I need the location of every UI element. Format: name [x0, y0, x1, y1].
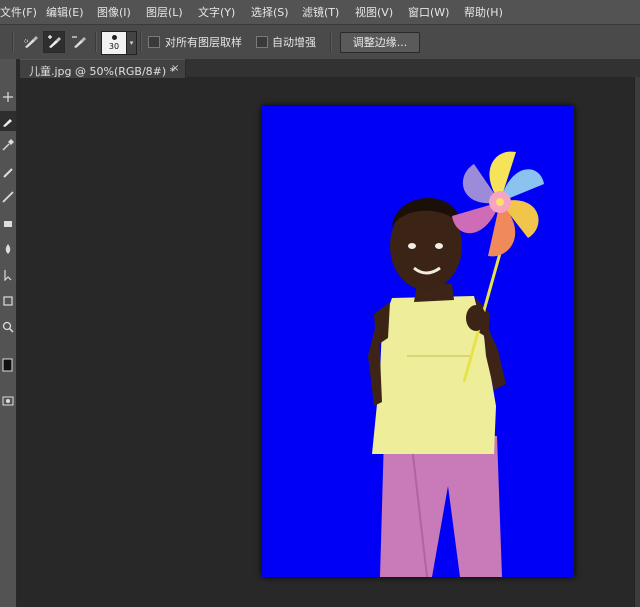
options-separator	[95, 32, 97, 52]
options-separator	[12, 32, 14, 52]
menu-bar: 文件(F) 编辑(E) 图像(I) 图层(L) 文字(Y) 选择(S) 滤镜(T…	[0, 0, 640, 25]
add-to-selection-brush-icon[interactable]	[43, 31, 65, 53]
zoom-tool-icon[interactable]	[0, 317, 16, 337]
options-separator	[330, 32, 332, 52]
close-tab-icon[interactable]: ×	[171, 63, 179, 74]
options-separator	[140, 32, 142, 52]
subtract-from-selection-brush-icon[interactable]	[68, 31, 90, 53]
photo-child-with-pinwheel	[368, 151, 544, 577]
menu-file[interactable]: 文件(F)	[0, 4, 37, 20]
blur-tool-icon[interactable]	[0, 239, 16, 259]
document-tab-title: 儿童.jpg @ 50%(RGB/8#) *	[29, 65, 176, 78]
menu-help[interactable]: 帮助(H)	[464, 4, 503, 20]
brush-dropdown-icon[interactable]: ▾	[126, 31, 137, 55]
menu-layer[interactable]: 图层(L)	[146, 4, 183, 20]
brush-tip-icon	[112, 35, 117, 40]
path-selection-tool-icon[interactable]	[0, 265, 16, 285]
quick-selection-tool-icon[interactable]	[0, 111, 16, 131]
document-canvas[interactable]	[262, 106, 574, 577]
menu-image[interactable]: 图像(I)	[97, 4, 131, 20]
quick-mask-icon[interactable]	[0, 391, 16, 411]
menu-view[interactable]: 视图(V)	[355, 4, 393, 20]
menu-type[interactable]: 文字(Y)	[198, 4, 235, 20]
auto-enhance-label: 自动增强	[272, 36, 316, 49]
tools-panel	[0, 59, 17, 607]
refine-edge-button[interactable]: 调整边缘...	[340, 32, 420, 53]
sample-all-layers-checkbox[interactable]	[148, 36, 160, 48]
brush-size-picker[interactable]: 30	[101, 31, 127, 55]
eraser-tool-icon[interactable]	[0, 213, 16, 233]
menu-window[interactable]: 窗口(W)	[408, 4, 449, 20]
options-bar	[0, 25, 640, 60]
document-tab-bar: 儿童.jpg @ 50%(RGB/8#) * ×	[20, 59, 640, 78]
menu-edit[interactable]: 编辑(E)	[46, 4, 84, 20]
sample-all-layers-label: 对所有图层取样	[165, 36, 242, 49]
document-tab[interactable]: 儿童.jpg @ 50%(RGB/8#) * ×	[20, 59, 186, 78]
new-selection-brush-icon[interactable]	[20, 31, 42, 53]
brush-tool-icon[interactable]	[0, 187, 16, 207]
menu-filter[interactable]: 滤镜(T)	[302, 4, 339, 20]
eyedropper-tool-icon[interactable]	[0, 135, 16, 155]
foreground-color-icon[interactable]	[0, 355, 16, 375]
rectangle-tool-icon[interactable]	[0, 291, 16, 311]
brush-size-value: 30	[108, 42, 120, 51]
auto-enhance-checkbox[interactable]	[256, 36, 268, 48]
healing-brush-tool-icon[interactable]	[0, 163, 16, 183]
panel-edge	[634, 77, 640, 607]
menu-select[interactable]: 选择(S)	[251, 4, 289, 20]
move-tool-icon[interactable]	[0, 87, 16, 107]
